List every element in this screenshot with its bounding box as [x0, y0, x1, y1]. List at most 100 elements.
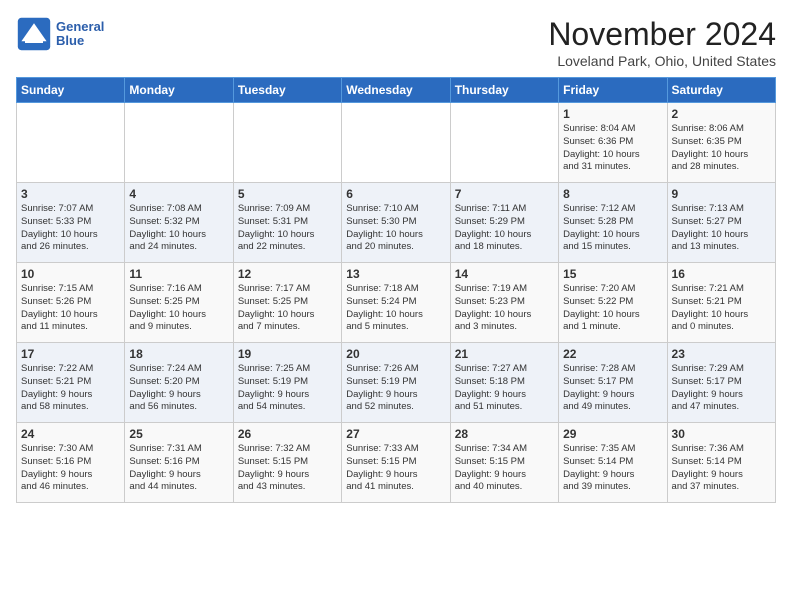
location: Loveland Park, Ohio, United States	[548, 53, 776, 69]
calendar-cell: 5Sunrise: 7:09 AM Sunset: 5:31 PM Daylig…	[233, 183, 341, 263]
logo: General Blue	[16, 16, 104, 52]
cell-data: Sunrise: 7:20 AM Sunset: 5:22 PM Dayligh…	[563, 283, 640, 332]
week-row-1: 1 Sunrise: 8:04 AM Sunset: 6:36 PM Daylig…	[17, 103, 776, 183]
calendar-cell: 16 Sunrise: 7:21 AM Sunset: 5:21 PM Dayli…	[667, 263, 775, 343]
cell-data: Sunrise: 7:12 AM Sunset: 5:28 PM Dayligh…	[563, 203, 640, 252]
calendar-cell: 19 Sunrise: 7:25 AM Sunset: 5:19 PM Dayli…	[233, 343, 341, 423]
day-number: 14	[455, 267, 554, 281]
day-number: 3	[21, 187, 120, 201]
cell-data: Sunrise: 7:36 AM Sunset: 5:14 PM Dayligh…	[672, 443, 744, 492]
cell-data: Sunrise: 7:13 AM Sunset: 5:27 PM Dayligh…	[672, 203, 749, 252]
calendar-table: SundayMondayTuesdayWednesdayThursdayFrid…	[16, 77, 776, 503]
cell-data: Sunrise: 7:19 AM Sunset: 5:23 PM Dayligh…	[455, 283, 532, 332]
calendar-cell: 29 Sunrise: 7:35 AM Sunset: 5:14 PM Dayli…	[559, 423, 667, 503]
calendar-cell: 28 Sunrise: 7:34 AM Sunset: 5:15 PM Dayli…	[450, 423, 558, 503]
week-row-2: 3 Sunrise: 7:07 AM Sunset: 5:33 PM Daylig…	[17, 183, 776, 263]
logo-icon	[16, 16, 52, 52]
cell-data: Sunrise: 7:21 AM Sunset: 5:21 PM Dayligh…	[672, 283, 749, 332]
cell-data: Sunrise: 7:25 AM Sunset: 5:19 PM Dayligh…	[238, 363, 310, 412]
cell-data: Sunrise: 7:31 AM Sunset: 5:16 PM Dayligh…	[129, 443, 201, 492]
cell-data: Sunrise: 7:30 AM Sunset: 5:16 PM Dayligh…	[21, 443, 93, 492]
cell-data: Sunrise: 7:07 AM Sunset: 5:33 PM Dayligh…	[21, 203, 98, 252]
day-number: 8	[563, 187, 662, 201]
cell-data: Sunrise: 7:26 AM Sunset: 5:19 PM Dayligh…	[346, 363, 418, 412]
calendar-header-row: SundayMondayTuesdayWednesdayThursdayFrid…	[17, 78, 776, 103]
day-number: 13	[346, 267, 445, 281]
cell-data: Sunrise: 7:11 AM Sunset: 5:29 PM Dayligh…	[455, 203, 532, 252]
day-number: 22	[563, 347, 662, 361]
calendar-cell	[125, 103, 233, 183]
calendar-cell: 4Sunrise: 7:08 AM Sunset: 5:32 PM Daylig…	[125, 183, 233, 263]
day-header-tuesday: Tuesday	[233, 78, 341, 103]
day-number: 28	[455, 427, 554, 441]
calendar-cell: 18Sunrise: 7:24 AM Sunset: 5:20 PM Dayli…	[125, 343, 233, 423]
cell-data: Sunrise: 7:32 AM Sunset: 5:15 PM Dayligh…	[238, 443, 310, 492]
calendar-cell	[233, 103, 341, 183]
calendar-cell	[342, 103, 450, 183]
calendar-cell: 3 Sunrise: 7:07 AM Sunset: 5:33 PM Daylig…	[17, 183, 125, 263]
title-block: November 2024 Loveland Park, Ohio, Unite…	[548, 16, 776, 69]
cell-data: Sunrise: 7:08 AM Sunset: 5:32 PM Dayligh…	[129, 203, 206, 252]
cell-data: Sunrise: 7:16 AM Sunset: 5:25 PM Dayligh…	[129, 283, 206, 332]
cell-data: Sunrise: 7:27 AM Sunset: 5:18 PM Dayligh…	[455, 363, 527, 412]
day-number: 11	[129, 267, 228, 281]
month-title: November 2024	[548, 16, 776, 53]
day-header-monday: Monday	[125, 78, 233, 103]
day-number: 26	[238, 427, 337, 441]
calendar-cell: 23Sunrise: 7:29 AM Sunset: 5:17 PM Dayli…	[667, 343, 775, 423]
calendar-cell: 2 Sunrise: 8:06 AM Sunset: 6:35 PM Daylig…	[667, 103, 775, 183]
calendar-cell: 11 Sunrise: 7:16 AM Sunset: 5:25 PM Dayli…	[125, 263, 233, 343]
logo-text: General Blue	[56, 20, 104, 49]
calendar-cell: 1 Sunrise: 8:04 AM Sunset: 6:36 PM Daylig…	[559, 103, 667, 183]
cell-data: Sunrise: 8:06 AM Sunset: 6:35 PM Dayligh…	[672, 123, 749, 172]
cell-data: Sunrise: 7:28 AM Sunset: 5:17 PM Dayligh…	[563, 363, 635, 412]
logo-line2: Blue	[56, 34, 104, 48]
cell-data: Sunrise: 7:29 AM Sunset: 5:17 PM Dayligh…	[672, 363, 744, 412]
day-number: 25	[129, 427, 228, 441]
page-header: General Blue November 2024 Loveland Park…	[16, 16, 776, 69]
day-number: 21	[455, 347, 554, 361]
cell-data: Sunrise: 8:04 AM Sunset: 6:36 PM Dayligh…	[563, 123, 640, 172]
calendar-cell: 20Sunrise: 7:26 AM Sunset: 5:19 PM Dayli…	[342, 343, 450, 423]
day-number: 24	[21, 427, 120, 441]
calendar-cell: 12 Sunrise: 7:17 AM Sunset: 5:25 PM Dayli…	[233, 263, 341, 343]
calendar-cell: 30 Sunrise: 7:36 AM Sunset: 5:14 PM Dayli…	[667, 423, 775, 503]
day-header-thursday: Thursday	[450, 78, 558, 103]
day-number: 12	[238, 267, 337, 281]
calendar-cell	[17, 103, 125, 183]
calendar-cell: 26 Sunrise: 7:32 AM Sunset: 5:15 PM Dayli…	[233, 423, 341, 503]
calendar-cell: 10Sunrise: 7:15 AM Sunset: 5:26 PM Dayli…	[17, 263, 125, 343]
cell-data: Sunrise: 7:17 AM Sunset: 5:25 PM Dayligh…	[238, 283, 315, 332]
cell-data: Sunrise: 7:35 AM Sunset: 5:14 PM Dayligh…	[563, 443, 635, 492]
calendar-cell: 7 Sunrise: 7:11 AM Sunset: 5:29 PM Daylig…	[450, 183, 558, 263]
day-header-sunday: Sunday	[17, 78, 125, 103]
day-number: 16	[672, 267, 771, 281]
day-number: 7	[455, 187, 554, 201]
day-number: 19	[238, 347, 337, 361]
day-header-wednesday: Wednesday	[342, 78, 450, 103]
calendar-cell: 14 Sunrise: 7:19 AM Sunset: 5:23 PM Dayli…	[450, 263, 558, 343]
calendar-cell: 9 Sunrise: 7:13 AM Sunset: 5:27 PM Daylig…	[667, 183, 775, 263]
day-header-friday: Friday	[559, 78, 667, 103]
cell-data: Sunrise: 7:34 AM Sunset: 5:15 PM Dayligh…	[455, 443, 527, 492]
day-number: 30	[672, 427, 771, 441]
calendar-cell: 8 Sunrise: 7:12 AM Sunset: 5:28 PM Daylig…	[559, 183, 667, 263]
day-number: 1	[563, 107, 662, 121]
day-number: 10	[21, 267, 120, 281]
day-number: 29	[563, 427, 662, 441]
day-header-saturday: Saturday	[667, 78, 775, 103]
day-number: 2	[672, 107, 771, 121]
calendar-cell: 24 Sunrise: 7:30 AM Sunset: 5:16 PM Dayli…	[17, 423, 125, 503]
calendar-cell: 22 Sunrise: 7:28 AM Sunset: 5:17 PM Dayli…	[559, 343, 667, 423]
day-number: 9	[672, 187, 771, 201]
calendar-cell: 25 Sunrise: 7:31 AM Sunset: 5:16 PM Dayli…	[125, 423, 233, 503]
week-row-3: 10Sunrise: 7:15 AM Sunset: 5:26 PM Dayli…	[17, 263, 776, 343]
cell-data: Sunrise: 7:18 AM Sunset: 5:24 PM Dayligh…	[346, 283, 423, 332]
calendar-cell: 13 Sunrise: 7:18 AM Sunset: 5:24 PM Dayli…	[342, 263, 450, 343]
cell-data: Sunrise: 7:33 AM Sunset: 5:15 PM Dayligh…	[346, 443, 418, 492]
day-number: 17	[21, 347, 120, 361]
day-number: 27	[346, 427, 445, 441]
day-number: 6	[346, 187, 445, 201]
cell-data: Sunrise: 7:22 AM Sunset: 5:21 PM Dayligh…	[21, 363, 93, 412]
week-row-4: 17 Sunrise: 7:22 AM Sunset: 5:21 PM Dayli…	[17, 343, 776, 423]
